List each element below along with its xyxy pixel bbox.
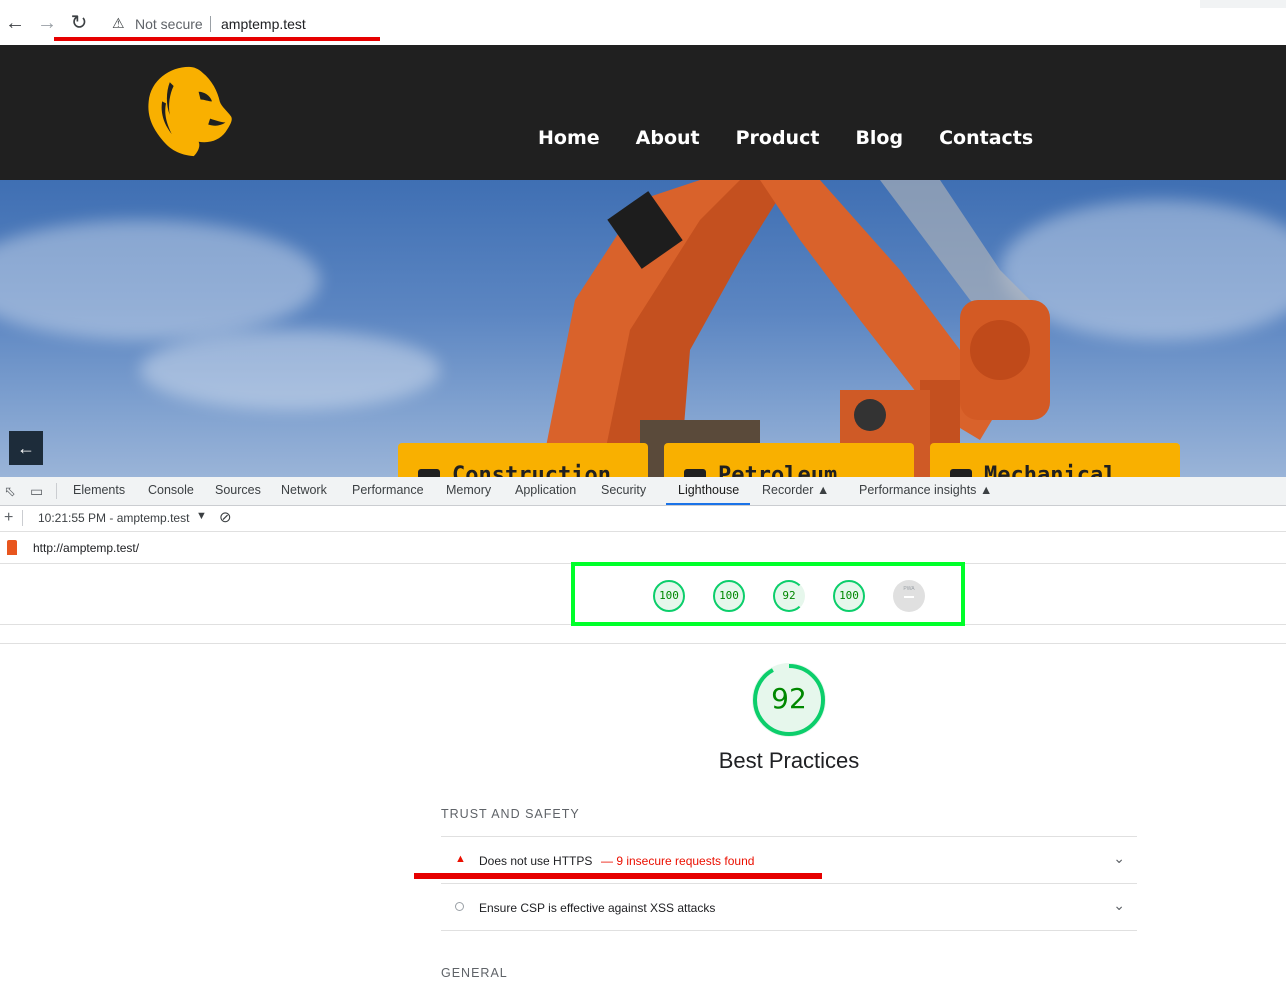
toolbar-divider	[22, 510, 23, 526]
audit-row-csp[interactable]: Ensure CSP is effective against XSS atta…	[441, 884, 1137, 931]
tab-performance[interactable]: Performance	[352, 483, 424, 497]
reload-icon[interactable]: ↻	[68, 12, 90, 34]
nav-blog[interactable]: Blog	[855, 127, 903, 149]
new-report-plus-icon[interactable]: +	[4, 509, 13, 527]
score-gauge-best-practices[interactable]: 92	[773, 580, 805, 612]
clear-reports-icon[interactable]: ⊘	[219, 508, 232, 526]
devtools-tabbar: ⬁ ▭ Elements Console Sources Network Per…	[0, 477, 1286, 506]
toolbar-divider	[56, 483, 57, 499]
nav-about[interactable]: About	[636, 127, 700, 149]
tab-application[interactable]: Application	[515, 483, 576, 497]
tab-network[interactable]: Network	[281, 483, 327, 497]
group-title-general: GENERAL	[441, 966, 508, 980]
report-selector[interactable]: 10:21:55 PM - amptemp.test	[38, 511, 189, 525]
tab-memory[interactable]: Memory	[446, 483, 491, 497]
tab-recorder[interactable]: Recorder	[762, 483, 813, 497]
nav-home[interactable]: Home	[538, 127, 600, 149]
service-icon	[684, 469, 706, 477]
url-annotation-underline	[54, 37, 380, 41]
tabstrip-edge	[1200, 0, 1286, 8]
score-gauge-performance[interactable]: 100	[653, 580, 685, 612]
lion-logo-icon[interactable]	[140, 63, 238, 159]
forward-arrow-icon[interactable]: →	[36, 12, 58, 34]
warning-icon[interactable]: ⚠	[112, 15, 125, 32]
service-label: Construction	[452, 463, 611, 477]
flask-icon: ▲	[980, 483, 993, 497]
flask-icon: ▲	[817, 483, 830, 497]
service-icon	[418, 469, 440, 477]
dropdown-arrow-icon[interactable]: ▼	[196, 510, 207, 522]
device-toolbar-icon[interactable]: ▭	[30, 483, 43, 500]
service-card-construction[interactable]: Construction	[398, 443, 648, 477]
tab-lighthouse[interactable]: Lighthouse	[678, 483, 739, 497]
lighthouse-logo-icon	[7, 540, 17, 555]
https-annotation-underline	[414, 873, 822, 879]
audit-detail: — 9 insecure requests found	[601, 854, 755, 868]
score-gauge-pwa[interactable]: PWA	[893, 580, 925, 612]
tab-sources[interactable]: Sources	[215, 483, 261, 497]
main-nav: Home About Product Blog Contacts	[520, 127, 1051, 149]
category-title: Best Practices	[718, 748, 860, 773]
tab-security[interactable]: Security	[601, 483, 646, 497]
url-text[interactable]: amptemp.test	[221, 16, 306, 32]
tab-performance-insights[interactable]: Performance insights	[859, 483, 976, 497]
service-icon	[950, 469, 972, 477]
hero-slider: ← Construction Petroleum Mechanical	[0, 180, 1286, 477]
chevron-down-icon[interactable]: ⌄	[1113, 897, 1125, 914]
tab-elements[interactable]: Elements	[73, 483, 125, 497]
audit-label: Ensure CSP is effective against XSS atta…	[479, 901, 716, 915]
service-label: Petroleum	[718, 463, 838, 477]
chevron-down-icon[interactable]: ⌄	[1113, 850, 1125, 867]
report-url-row: http://amptemp.test/	[0, 532, 1286, 564]
divider	[0, 643, 1286, 644]
lighthouse-toolbar: + 10:21:55 PM - amptemp.test ▼ ⊘	[0, 506, 1286, 532]
service-card-mechanical[interactable]: Mechanical	[930, 443, 1180, 477]
omnibox-divider	[210, 16, 211, 32]
excavator-image	[540, 180, 1050, 477]
security-label[interactable]: Not secure	[135, 16, 203, 32]
pwa-dash-icon	[904, 596, 914, 598]
group-title-trust-safety: TRUST AND SAFETY	[441, 807, 580, 821]
active-tab-indicator	[666, 503, 750, 505]
report-url-link[interactable]: http://amptemp.test/	[33, 541, 139, 555]
category-score: 92	[771, 682, 807, 715]
site-header: Home About Product Blog Contacts	[0, 45, 1286, 180]
fail-triangle-icon: ▲	[455, 853, 466, 865]
back-arrow-icon[interactable]: ←	[4, 12, 26, 34]
pwa-label: PWA	[903, 586, 915, 592]
service-card-petroleum[interactable]: Petroleum	[664, 443, 914, 477]
score-gauge-accessibility[interactable]: 100	[713, 580, 745, 612]
inspect-element-icon[interactable]: ⬁	[4, 483, 16, 500]
nav-product[interactable]: Product	[736, 127, 820, 149]
service-label: Mechanical	[984, 463, 1117, 477]
slider-prev-button[interactable]: ←	[9, 431, 43, 465]
nav-contacts[interactable]: Contacts	[939, 127, 1033, 149]
address-bar[interactable]: ⚠ Not secure amptemp.test	[100, 8, 1200, 38]
audit-label: Does not use HTTPS	[479, 854, 593, 868]
tab-console[interactable]: Console	[148, 483, 194, 497]
score-gauge-seo[interactable]: 100	[833, 580, 865, 612]
info-circle-icon	[455, 902, 464, 911]
